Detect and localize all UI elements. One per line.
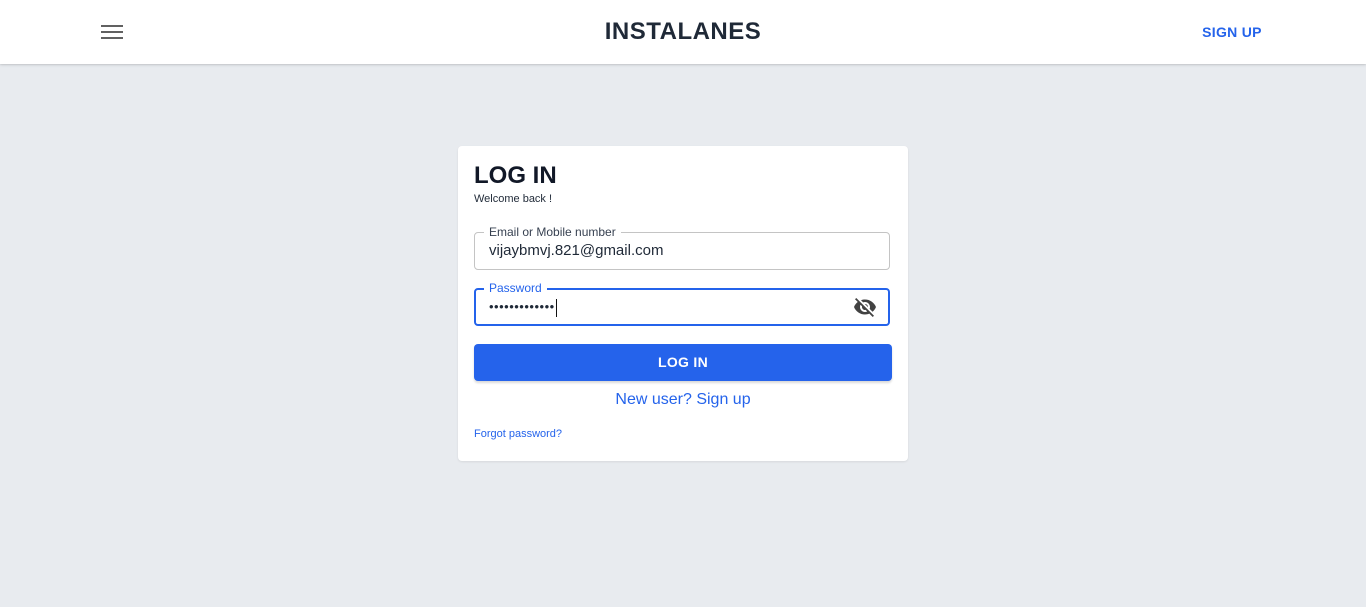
toggle-password-visibility-button[interactable] xyxy=(851,293,879,321)
header-signup-button[interactable]: SIGN UP xyxy=(1194,16,1270,48)
password-field[interactable]: Password ••••••••••••• xyxy=(474,281,890,326)
login-title: LOG IN xyxy=(474,162,557,189)
menu-button[interactable] xyxy=(92,12,132,52)
login-card: LOG IN Welcome back ! Email or Mobile nu… xyxy=(458,146,908,461)
menu-icon xyxy=(101,25,123,39)
visibility-off-icon xyxy=(854,298,876,317)
password-value: ••••••••••••• xyxy=(489,299,555,314)
text-caret xyxy=(555,298,557,317)
password-input[interactable]: ••••••••••••• xyxy=(489,290,829,324)
email-input[interactable] xyxy=(489,233,829,269)
login-button[interactable]: LOG IN xyxy=(474,344,892,381)
brand-title: INSTALANES xyxy=(604,18,762,45)
login-subtitle: Welcome back ! xyxy=(474,193,553,205)
forgot-password-link[interactable]: Forgot password? xyxy=(474,427,562,441)
signup-link[interactable]: New user? Sign up xyxy=(474,389,892,411)
email-field[interactable]: Email or Mobile number xyxy=(474,225,890,270)
app-bar: INSTALANES SIGN UP xyxy=(0,0,1366,64)
